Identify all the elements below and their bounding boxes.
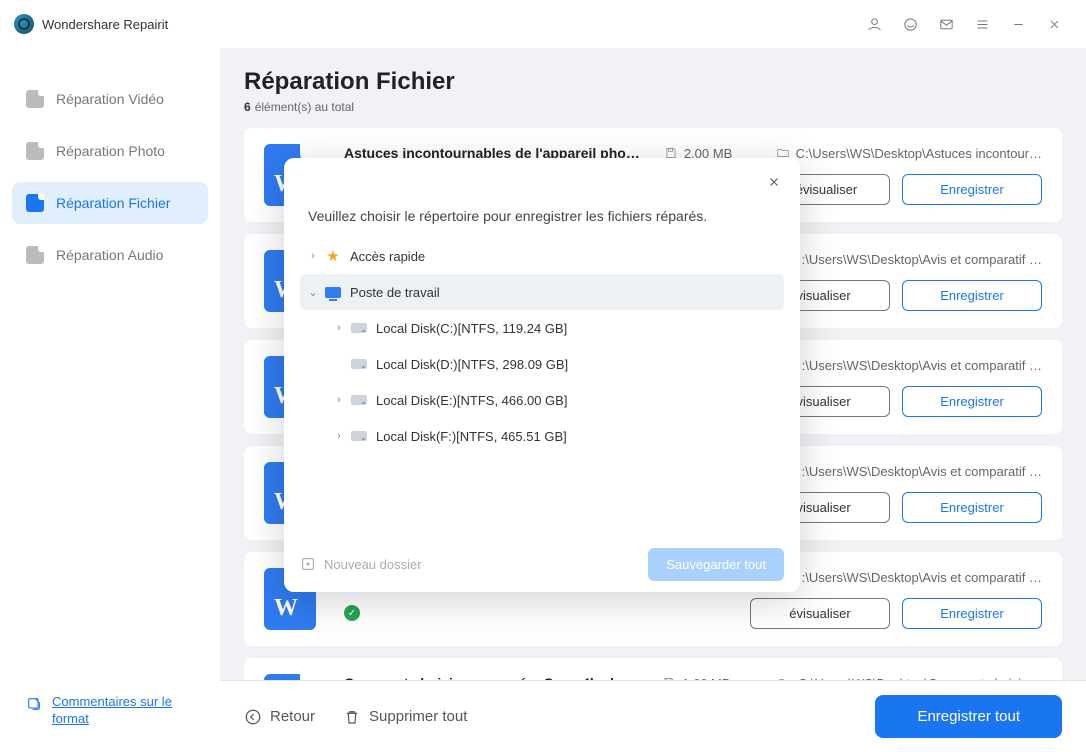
save-directory-modal: Veuillez choisir le répertoire pour enre… (284, 158, 800, 592)
tree-quick-access[interactable]: › ★ Accès rapide (300, 238, 784, 274)
drive-icon (350, 357, 368, 371)
drive-icon (350, 429, 368, 443)
star-icon: ★ (324, 249, 342, 263)
directory-tree: › ★ Accès rapide ⌄ Poste de travail ›Loc… (284, 238, 800, 536)
modal-close-button[interactable] (762, 170, 786, 194)
close-icon (767, 175, 781, 189)
tree-this-pc[interactable]: ⌄ Poste de travail (300, 274, 784, 310)
drive-icon (350, 321, 368, 335)
chevron-right-icon: › (332, 430, 346, 442)
chevron-right-icon: › (332, 394, 346, 406)
tree-disk[interactable]: ›Local Disk(F:)[NTFS, 465.51 GB] (300, 418, 784, 454)
new-folder-icon (300, 556, 316, 572)
modal-footer: Nouveau dossier Sauvegarder tout (284, 536, 800, 592)
modal-prompt: Veuillez choisir le répertoire pour enre… (284, 176, 800, 238)
modal-save-all-button[interactable]: Sauvegarder tout (648, 548, 784, 581)
tree-disk[interactable]: ›Local Disk(C:)[NTFS, 119.24 GB] (300, 310, 784, 346)
new-folder-button[interactable]: Nouveau dossier (300, 556, 422, 572)
pc-icon (324, 285, 342, 299)
chevron-down-icon: ⌄ (306, 286, 320, 299)
drive-icon (350, 393, 368, 407)
tree-disk[interactable]: ›Local Disk(E:)[NTFS, 466.00 GB] (300, 382, 784, 418)
chevron-right-icon: › (332, 322, 346, 334)
chevron-right-icon: › (306, 250, 320, 262)
tree-disk[interactable]: Local Disk(D:)[NTFS, 298.09 GB] (300, 346, 784, 382)
